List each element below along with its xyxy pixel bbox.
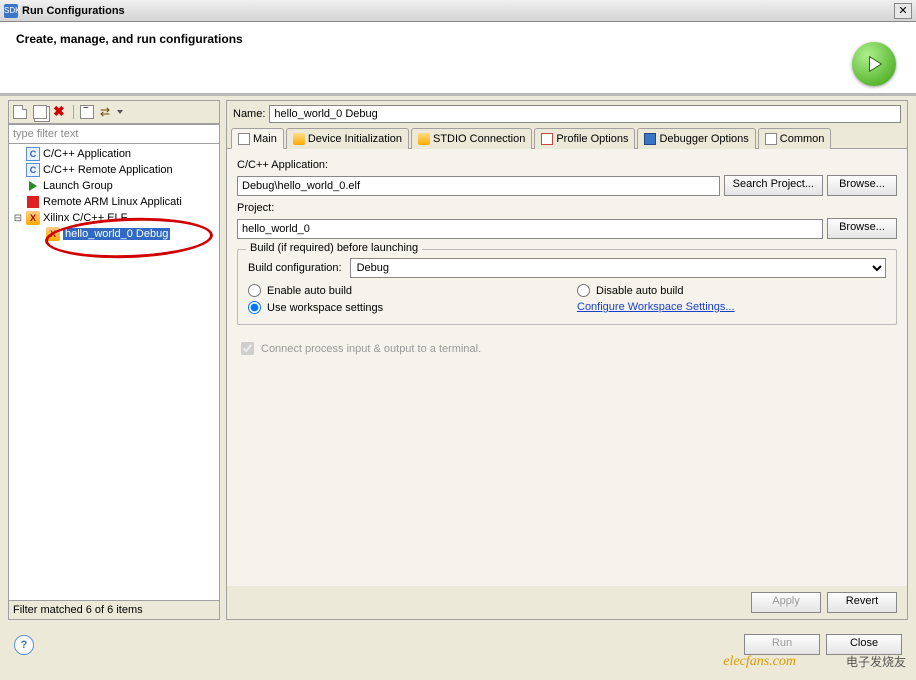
build-config-select[interactable]: Debug <box>350 258 886 278</box>
tab-debugger-options[interactable]: Debugger Options <box>637 128 755 149</box>
tab-stdio-connection[interactable]: STDIO Connection <box>411 128 532 149</box>
config-editor: Name: Main Device Initialization STDIO C… <box>226 100 908 620</box>
filter-icon[interactable]: ⇄ <box>100 105 114 119</box>
name-label: Name: <box>233 108 265 120</box>
configure-workspace-link[interactable]: Configure Workspace Settings... <box>577 301 886 314</box>
tab-common[interactable]: Common <box>758 128 832 149</box>
groupbox-legend: Build (if required) before launching <box>246 242 422 254</box>
collapse-all-icon[interactable] <box>80 105 94 119</box>
config-tree[interactable]: CC/C++ Application CC/C++ Remote Applica… <box>8 143 220 601</box>
radio-workspace[interactable]: Use workspace settings <box>248 301 557 314</box>
dialog-heading: Create, manage, and run configurations <box>16 32 900 46</box>
project-input[interactable] <box>237 219 823 239</box>
help-icon[interactable]: ? <box>14 635 34 655</box>
dialog-header: Create, manage, and run configurations <box>0 22 916 96</box>
app-icon: SDK <box>4 4 18 18</box>
tree-item-selected[interactable]: Xhello_world_0 Debug <box>9 226 219 242</box>
filter-status: Filter matched 6 of 6 items <box>8 600 220 620</box>
app-label: C/C++ Application: <box>237 159 897 171</box>
title-bar: SDK Run Configurations ✕ <box>0 0 916 22</box>
browse-project-button[interactable]: Browse... <box>827 218 897 239</box>
close-icon[interactable]: ✕ <box>894 3 912 19</box>
separator <box>73 105 74 119</box>
tab-profile-options[interactable]: Profile Options <box>534 128 635 149</box>
dialog-footer: ? Run Close <box>0 626 916 663</box>
project-label: Project: <box>237 202 897 214</box>
tree-item[interactable]: Launch Group <box>9 178 219 194</box>
delete-config-icon[interactable]: ✖ <box>53 105 67 119</box>
browse-app-button[interactable]: Browse... <box>827 175 897 196</box>
connect-terminal-check <box>241 342 254 355</box>
tree-item[interactable]: CC/C++ Remote Application <box>9 162 219 178</box>
tree-item[interactable]: ⊟XXilinx C/C++ ELF <box>9 210 219 226</box>
duplicate-config-icon[interactable] <box>33 105 47 119</box>
chevron-down-icon[interactable] <box>117 110 123 114</box>
new-config-icon[interactable] <box>13 105 27 119</box>
radio-disable-auto[interactable]: Disable auto build <box>577 284 886 297</box>
build-groupbox: Build (if required) before launching Bui… <box>237 249 897 325</box>
tab-main-body: C/C++ Application: Search Project... Bro… <box>227 149 907 586</box>
close-button[interactable]: Close <box>826 634 902 655</box>
build-config-label: Build configuration: <box>248 262 342 274</box>
apply-revert-row: Apply Revert <box>227 586 907 619</box>
tree-item[interactable]: Remote ARM Linux Applicati <box>9 194 219 210</box>
name-input[interactable] <box>269 105 901 123</box>
apply-button[interactable]: Apply <box>751 592 821 613</box>
filter-input[interactable]: type filter text <box>8 124 220 144</box>
tab-bar: Main Device Initialization STDIO Connect… <box>227 127 907 149</box>
connect-terminal-checkbox: Connect process input & output to a term… <box>237 339 897 358</box>
tab-device-initialization[interactable]: Device Initialization <box>286 128 409 149</box>
run-button[interactable]: Run <box>744 634 820 655</box>
tab-main[interactable]: Main <box>231 128 284 149</box>
app-path-input[interactable] <box>237 176 720 196</box>
revert-button[interactable]: Revert <box>827 592 897 613</box>
run-badge-icon <box>852 42 896 86</box>
window-title: Run Configurations <box>22 5 894 17</box>
radio-enable-auto[interactable]: Enable auto build <box>248 284 557 297</box>
config-toolbar: ✖ ⇄ <box>8 100 220 124</box>
tree-item[interactable]: CC/C++ Application <box>9 146 219 162</box>
left-panel: ✖ ⇄ type filter text CC/C++ Application … <box>8 100 220 620</box>
search-project-button[interactable]: Search Project... <box>724 175 823 196</box>
